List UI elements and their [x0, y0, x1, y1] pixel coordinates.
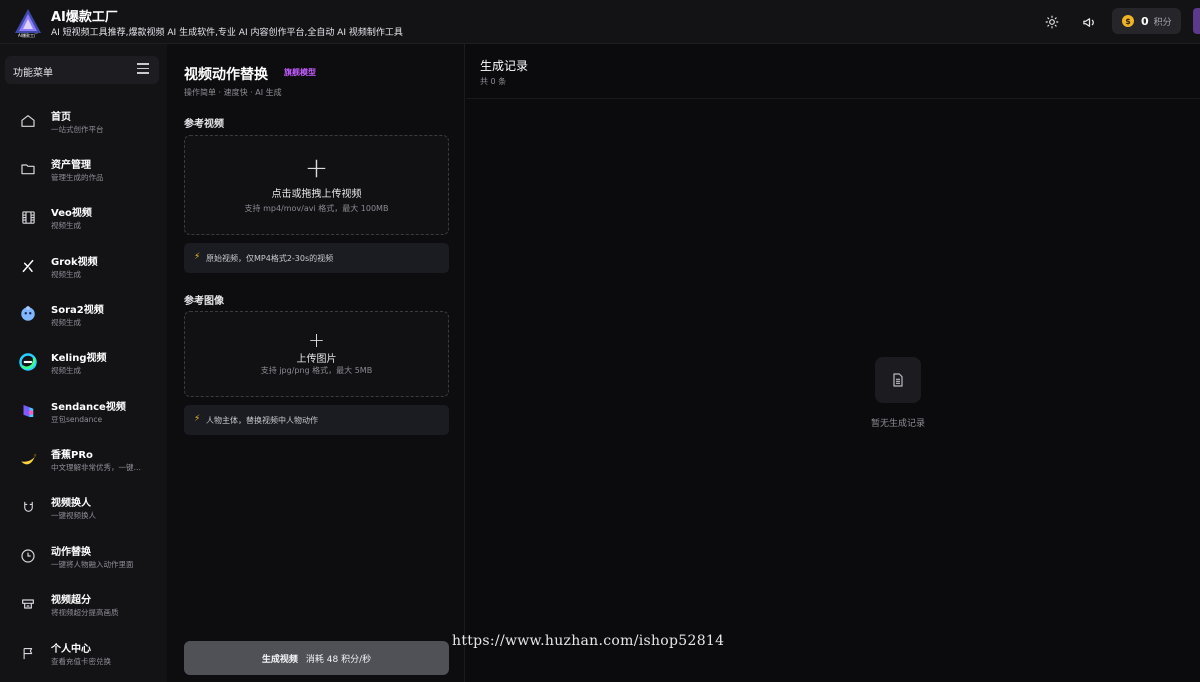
app-subtitle: AI 短视频工具推荐,爆款视频 AI 生成软件,专业 AI 内容创作平台,全自动… [51, 28, 403, 38]
sidebar: 功能菜单 首页 一站式创作平台 资产管理 管理生成的作品 Veo视频 视频生成 … [0, 44, 167, 682]
sidebar-item-sendance[interactable]: Sendance视频 豆包sendance [0, 391, 167, 437]
page-title: 视频动作替换 [184, 67, 268, 83]
theme-toggle-sun-icon[interactable] [1042, 12, 1062, 32]
video-note: ⚡ 原始视频，仅MP4格式2-30s的视频 [184, 243, 449, 273]
image-upload-dropzone[interactable]: + 上传图片 支持 jpg/png 格式，最大 5MB [184, 311, 449, 397]
sidebar-item-desc: 视频生成 [51, 270, 81, 279]
sidebar-item-title: 个人中心 [51, 644, 91, 655]
records-count: 共 0 条 [480, 77, 507, 86]
sidebar-item-title: Veo视频 [51, 208, 92, 219]
sidebar-item-title: 香蕉PRo [51, 450, 93, 461]
image-upload-title: 上传图片 [296, 354, 337, 365]
sidebar-item-motion-replace[interactable]: 动作替换 一键将人物融入动作里面 [0, 536, 167, 582]
sendance-logo-icon [18, 401, 38, 421]
sidebar-item-title: Grok视频 [51, 257, 98, 268]
records-empty-text: 暂无生成记录 [870, 419, 925, 429]
video-section-label: 参考视频 [184, 119, 224, 130]
sidebar-item-title: Keling视频 [51, 353, 107, 364]
sidebar-item-title: Sora2视频 [51, 305, 104, 316]
sidebar-item-title: 视频超分 [51, 595, 91, 606]
video-upload-title: 点击或拖拽上传视频 [271, 189, 362, 200]
video-upload-hint: 支持 mp4/mov/avi 格式，最大 100MB [244, 204, 389, 213]
grok-logo-icon [18, 256, 38, 276]
sidebar-item-title: Sendance视频 [51, 402, 126, 413]
sidebar-item-grok[interactable]: Grok视频 视频生成 [0, 246, 167, 292]
sora-logo-icon [18, 304, 38, 324]
points-unit: 积分 [1153, 17, 1172, 28]
lightning-icon: ⚡ [194, 252, 201, 262]
sidebar-item-title: 首页 [51, 112, 71, 123]
records-divider [466, 98, 1200, 99]
sidebar-item-title: 动作替换 [51, 547, 91, 558]
sidebar-item-video-swap[interactable]: 视频换人 一键视频换人 [0, 487, 167, 533]
image-note: ⚡ 人物主体，替换视频中人物动作 [184, 405, 449, 435]
document-icon [875, 357, 921, 403]
keling-logo-icon [18, 352, 38, 372]
sidebar-item-title: 资产管理 [51, 160, 91, 171]
logo-text: AI爆款工厂 [18, 32, 38, 38]
sidebar-item-assets[interactable]: 资产管理 管理生成的作品 [0, 149, 167, 195]
sidebar-item-desc: 查看充值卡密兑换 [51, 657, 111, 666]
sidebar-item-veo[interactable]: Veo视频 视频生成 [0, 197, 167, 243]
sidebar-item-banana-pro[interactable]: 香蕉PRo 中文理解非常优秀，一键… [0, 439, 167, 485]
plus-icon: + [304, 151, 329, 184]
sidebar-item-desc: 豆包sendance [51, 415, 103, 424]
sidebar-item-desc: 将视频超分提高画质 [51, 608, 119, 617]
generate-label: 生成视频 [261, 654, 298, 665]
sidebar-item-desc: 中文理解非常优秀，一键… [51, 463, 141, 472]
sidebar-item-desc: 视频生成 [51, 366, 81, 375]
video-upload-dropzone[interactable]: + 点击或拖拽上传视频 支持 mp4/mov/avi 格式，最大 100MB [184, 135, 449, 235]
folder-icon [18, 159, 38, 179]
app-title: AI爆款工厂 [51, 10, 118, 25]
menu-header: 功能菜单 [5, 56, 159, 84]
page-subtitle: 操作简单 · 速度快 · AI 生成 [184, 88, 282, 97]
image-section-label: 参考图像 [184, 296, 224, 307]
generation-records: 生成记录 共 0 条 暂无生成记录 [466, 44, 1200, 682]
app-logo-icon[interactable]: AI爆款工厂 [12, 6, 44, 38]
generate-video-button[interactable]: 生成视频 消耗 48 积分/秒 [184, 641, 449, 675]
image-upload-hint: 支持 jpg/png 格式，最大 5MB [260, 366, 373, 375]
top-header: AI爆款工厂 AI爆款工厂 AI 短视频工具推荐,爆款视频 AI 生成软件,专业… [0, 0, 1200, 44]
magnet-icon [18, 497, 38, 517]
video-note-text: 原始视频，仅MP4格式2-30s的视频 [206, 254, 334, 263]
banana-icon [18, 449, 38, 469]
menu-label: 功能菜单 [13, 68, 53, 79]
model-badge: 旗舰模型 [284, 68, 316, 77]
sidebar-item-desc: 管理生成的作品 [51, 173, 104, 182]
generate-cost: 消耗 48 积分/秒 [305, 654, 372, 665]
sidebar-item-keling[interactable]: Keling视频 视频生成 [0, 342, 167, 388]
sidebar-item-sora2[interactable]: Sora2视频 视频生成 [0, 294, 167, 340]
announcement-megaphone-icon[interactable] [1079, 12, 1099, 32]
sidebar-item-profile[interactable]: 个人中心 查看充值卡密兑换 [0, 633, 167, 679]
sidebar-item-desc: 一键将人物融入动作里面 [51, 560, 134, 569]
watermark-url: https://www.huzhan.com/ishop52814 [452, 633, 725, 649]
plus-icon: + [308, 328, 325, 352]
sidebar-item-desc: 一站式创作平台 [51, 125, 104, 134]
sidebar-item-home[interactable]: 首页 一站式创作平台 [0, 101, 167, 147]
motion-replace-form: 视频动作替换 旗舰模型 操作简单 · 速度快 · AI 生成 参考视频 + 点击… [167, 44, 465, 682]
lightning-icon: ⚡ [194, 414, 201, 424]
points-value: 0 [1141, 14, 1149, 28]
upscale-icon [18, 594, 38, 614]
film-icon [18, 207, 38, 227]
home-icon [18, 111, 38, 131]
menu-toggle-hamburger-icon[interactable] [137, 63, 149, 75]
sidebar-item-desc: 一键视频换人 [51, 511, 96, 520]
flag-icon [18, 643, 38, 663]
sidebar-item-desc: 视频生成 [51, 221, 81, 230]
sidebar-item-title: 视频换人 [51, 498, 91, 509]
image-note-text: 人物主体，替换视频中人物动作 [206, 416, 318, 425]
sidebar-item-desc: 视频生成 [51, 318, 81, 327]
coin-icon: $ [1122, 15, 1134, 27]
user-avatar-edge[interactable] [1193, 8, 1200, 34]
clock-icon [18, 546, 38, 566]
records-title: 生成记录 [480, 59, 529, 73]
sidebar-item-video-upscale[interactable]: 视频超分 将视频超分提高画质 [0, 584, 167, 630]
points-balance[interactable]: $ 0 积分 [1112, 8, 1181, 34]
